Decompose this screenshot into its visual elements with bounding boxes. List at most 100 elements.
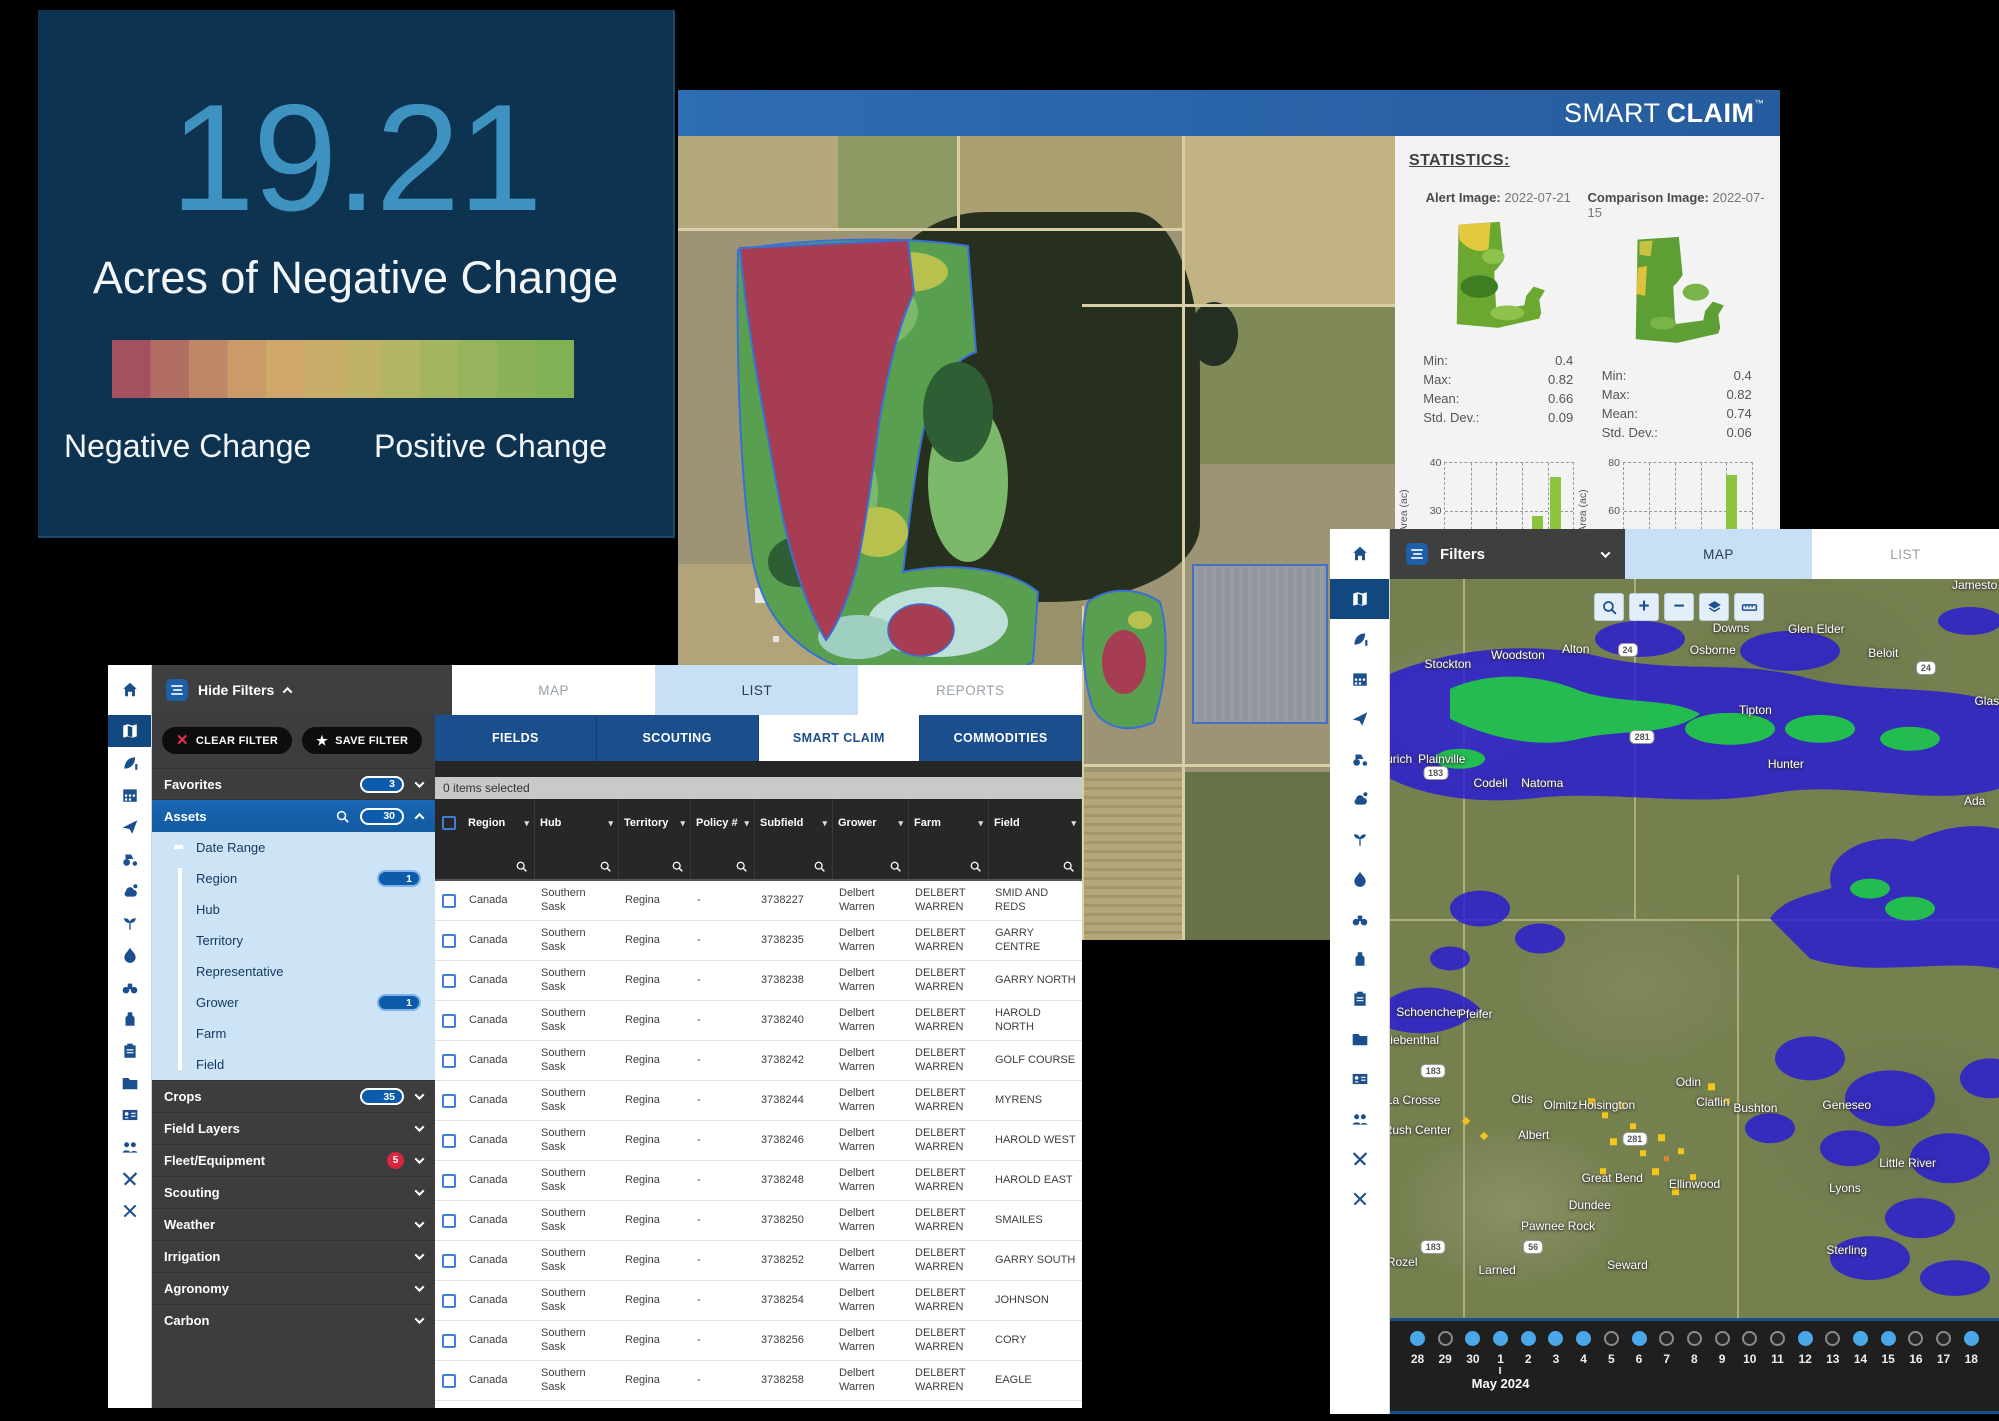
sort-arrow-icon[interactable]: ▾ bbox=[680, 818, 685, 829]
filter-section-weather[interactable]: Weather bbox=[152, 1208, 435, 1240]
row-checkbox[interactable] bbox=[442, 894, 456, 908]
sidebar-item-weather[interactable] bbox=[108, 875, 151, 907]
filter-section-agronomy[interactable]: Agronomy bbox=[152, 1272, 435, 1304]
column-header-subfield[interactable]: Subfield▾ bbox=[755, 799, 833, 847]
table-row[interactable]: CanadaSouthern SaskRegina-3738248Delbert… bbox=[435, 1161, 1082, 1201]
sort-arrow-icon[interactable]: ▾ bbox=[608, 818, 613, 829]
column-header-field[interactable]: Field▾ bbox=[989, 799, 1082, 847]
row-checkbox[interactable] bbox=[442, 1334, 456, 1348]
row-checkbox[interactable] bbox=[442, 1094, 456, 1108]
sidebar-item-close[interactable] bbox=[108, 1195, 151, 1227]
row-checkbox[interactable] bbox=[442, 1134, 456, 1148]
sort-arrow-icon[interactable]: ▾ bbox=[524, 818, 529, 829]
sidebar-item-weather[interactable] bbox=[1330, 779, 1389, 819]
tab-list[interactable]: LIST bbox=[1812, 529, 1999, 579]
sidebar-item-agronomy[interactable] bbox=[1330, 819, 1389, 859]
table-row[interactable]: CanadaSouthern SaskRegina-3738227Delbert… bbox=[435, 881, 1082, 921]
sidebar-item-equipment[interactable] bbox=[108, 843, 151, 875]
sidebar-item-files[interactable] bbox=[1330, 1019, 1389, 1059]
sidebar-item-map[interactable] bbox=[1330, 579, 1389, 619]
timeline-day-3[interactable]: 3 bbox=[1548, 1331, 1563, 1366]
sidebar-item-irrigation[interactable] bbox=[108, 939, 151, 971]
column-search-field[interactable] bbox=[833, 847, 909, 879]
table-row[interactable]: CanadaSouthern SaskRegina-3738258Delbert… bbox=[435, 1361, 1082, 1401]
layers-button[interactable] bbox=[1699, 593, 1729, 621]
sort-arrow-icon[interactable]: ▾ bbox=[898, 818, 903, 829]
table-row[interactable]: CanadaSouthern SaskRegina-3738254Delbert… bbox=[435, 1281, 1082, 1321]
table-row[interactable]: CanadaSouthern SaskRegina-3738240Delbert… bbox=[435, 1001, 1082, 1041]
timeline-dot[interactable] bbox=[1687, 1331, 1702, 1346]
timeline-day-18[interactable]: 18 bbox=[1964, 1331, 1979, 1366]
timeline-day-7[interactable]: 7 bbox=[1659, 1331, 1674, 1366]
table-row[interactable]: CanadaSouthern SaskRegina-3738242Delbert… bbox=[435, 1041, 1082, 1081]
sidebar-item-crop-health[interactable] bbox=[108, 747, 151, 779]
asset-filter-region[interactable]: Region1 bbox=[152, 863, 435, 894]
sidebar-item-inputs[interactable] bbox=[1330, 939, 1389, 979]
sidebar-item-agronomy[interactable] bbox=[108, 907, 151, 939]
asset-filter-field[interactable]: Field bbox=[152, 1049, 435, 1080]
timeline-dot[interactable] bbox=[1604, 1331, 1619, 1346]
subtab-fields[interactable]: FIELDS bbox=[435, 715, 597, 761]
zoom-out-button[interactable]: − bbox=[1664, 593, 1694, 621]
timeline-dot[interactable] bbox=[1465, 1331, 1480, 1346]
tab-reports[interactable]: REPORTS bbox=[858, 665, 1082, 715]
asset-filter-farm[interactable]: Farm bbox=[152, 1018, 435, 1049]
table-row[interactable]: CanadaSouthern SaskRegina-3738256Delbert… bbox=[435, 1321, 1082, 1361]
row-checkbox[interactable] bbox=[442, 1374, 456, 1388]
sidebar-item-home[interactable] bbox=[1330, 529, 1389, 579]
timeline-day-8[interactable]: 8 bbox=[1687, 1331, 1702, 1366]
column-header-farm[interactable]: Farm▾ bbox=[909, 799, 989, 847]
column-search-field[interactable] bbox=[989, 847, 1082, 879]
timeline-day-16[interactable]: 16 bbox=[1908, 1331, 1923, 1366]
timeline-dot[interactable] bbox=[1798, 1331, 1813, 1346]
sort-arrow-icon[interactable]: ▾ bbox=[978, 818, 983, 829]
column-search-field[interactable] bbox=[691, 847, 755, 879]
tab-map[interactable]: MAP bbox=[452, 665, 655, 715]
sidebar-item-send[interactable] bbox=[1330, 699, 1389, 739]
asset-filter-hub[interactable]: Hub bbox=[152, 894, 435, 925]
timeline-day-9[interactable]: 9 bbox=[1715, 1331, 1730, 1366]
subtab-commodities[interactable]: COMMODITIES bbox=[920, 715, 1082, 761]
timeline-dot[interactable] bbox=[1742, 1331, 1757, 1346]
timeline-day-12[interactable]: 12 bbox=[1798, 1331, 1813, 1366]
sort-arrow-icon[interactable]: ▾ bbox=[822, 818, 827, 829]
timeline-dot[interactable] bbox=[1908, 1331, 1923, 1346]
asset-filter-date-range[interactable]: Date Range bbox=[152, 832, 435, 863]
timeline-day-4[interactable]: 4 bbox=[1576, 1331, 1591, 1366]
timeline-dot[interactable] bbox=[1493, 1331, 1508, 1346]
column-search-field[interactable] bbox=[909, 847, 989, 879]
sidebar-item-send[interactable] bbox=[108, 811, 151, 843]
sidebar-item-contacts[interactable] bbox=[1330, 1059, 1389, 1099]
row-checkbox[interactable] bbox=[442, 1054, 456, 1068]
table-row[interactable]: CanadaSouthern SaskRegina-3738250Delbert… bbox=[435, 1201, 1082, 1241]
filter-section-carbon[interactable]: Carbon bbox=[152, 1304, 435, 1336]
timeline-dot[interactable] bbox=[1521, 1331, 1536, 1346]
column-header-region[interactable]: Region▾ bbox=[463, 799, 535, 847]
sidebar-item-work-orders[interactable] bbox=[108, 1035, 151, 1067]
filters-dropdown[interactable]: Filters bbox=[1390, 529, 1625, 579]
table-row[interactable]: CanadaSouthern SaskRegina-3738246Delbert… bbox=[435, 1121, 1082, 1161]
asset-filter-territory[interactable]: Territory bbox=[152, 925, 435, 956]
sidebar-item-map[interactable] bbox=[108, 715, 151, 747]
assets-section-header[interactable]: Assets 30 bbox=[152, 799, 435, 832]
sidebar-item-calendar[interactable] bbox=[1330, 659, 1389, 699]
row-checkbox[interactable] bbox=[442, 934, 456, 948]
row-checkbox[interactable] bbox=[442, 1014, 456, 1028]
timeline-day-6[interactable]: 6 bbox=[1632, 1331, 1647, 1366]
sidebar-item-inputs[interactable] bbox=[108, 1003, 151, 1035]
column-search-field[interactable] bbox=[535, 847, 619, 879]
filter-section-irrigation[interactable]: Irrigation bbox=[152, 1240, 435, 1272]
sidebar-item-scouting[interactable] bbox=[108, 971, 151, 1003]
save-filter-button[interactable]: ★ SAVE FILTER bbox=[302, 727, 422, 754]
timeline-day-2[interactable]: 2 bbox=[1521, 1331, 1536, 1366]
timeline-dot[interactable] bbox=[1936, 1331, 1951, 1346]
timeline-dot[interactable] bbox=[1632, 1331, 1647, 1346]
column-header-territory[interactable]: Territory▾ bbox=[619, 799, 691, 847]
timeline-day-13[interactable]: 13 bbox=[1825, 1331, 1840, 1366]
filter-section-fleet-equipment[interactable]: Fleet/Equipment5 bbox=[152, 1144, 435, 1176]
filter-section-crops[interactable]: Crops35 bbox=[152, 1080, 435, 1112]
column-search-field[interactable] bbox=[463, 847, 535, 879]
table-row[interactable]: CanadaSouthern SaskRegina-3738238Delbert… bbox=[435, 961, 1082, 1001]
column-search-field[interactable] bbox=[755, 847, 833, 879]
table-row[interactable]: CanadaSouthern SaskRegina-3738252Delbert… bbox=[435, 1241, 1082, 1281]
